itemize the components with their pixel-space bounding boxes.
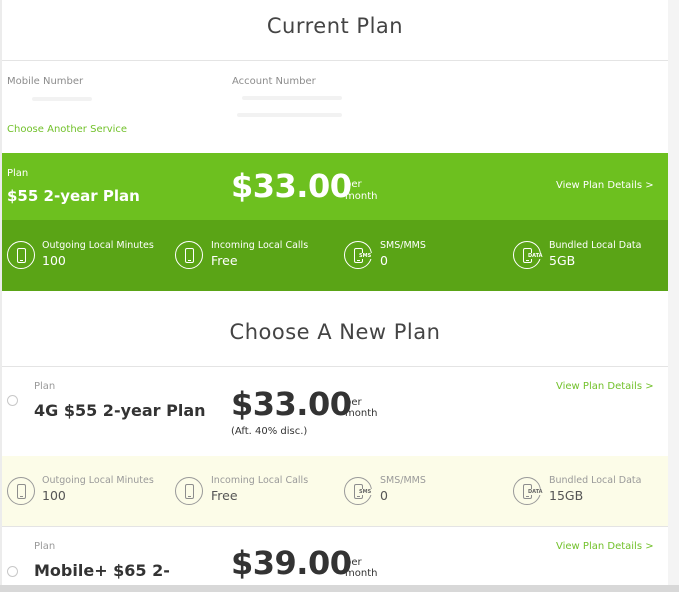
feature-value: 5GB (549, 253, 576, 268)
plan-features: Outgoing Local Minutes 100 Incoming Loca… (2, 456, 668, 526)
per-label: per (345, 397, 362, 408)
view-plan-details-link[interactable]: View Plan Details > (556, 541, 654, 552)
feature-title: Outgoing Local Minutes (42, 240, 154, 251)
horizontal-scrollbar[interactable] (0, 585, 679, 592)
current-plan-features: Outgoing Local Minutes 100 Incoming Loca… (2, 220, 668, 291)
plan-price: $39.00 (231, 544, 352, 582)
feature-value: Free (211, 253, 238, 268)
feature-title: Incoming Local Calls (211, 240, 309, 251)
divider (2, 366, 668, 367)
view-plan-details-link[interactable]: View Plan Details > (556, 180, 654, 191)
phone-icon (175, 477, 203, 505)
plan-label: Plan (34, 381, 56, 392)
view-plan-details-link[interactable]: View Plan Details > (556, 381, 654, 392)
per-label: per (345, 179, 362, 190)
vertical-scrollbar[interactable] (668, 0, 679, 592)
sms-icon: SMS (344, 477, 373, 505)
plan-radio[interactable] (7, 395, 18, 406)
plan-radio[interactable] (7, 566, 18, 577)
choose-another-service-link[interactable]: Choose Another Service (7, 124, 127, 135)
current-plan-title: Current Plan (266, 14, 404, 38)
mobile-number-label: Mobile Number (7, 76, 84, 87)
feature-value: Free (211, 488, 238, 503)
discount-note: (Aft. 40% disc.) (231, 426, 308, 437)
current-plan-name: $55 2-year Plan (7, 187, 140, 205)
account-number-value-2 (237, 113, 342, 117)
choose-new-plan-title: Choose A New Plan (229, 320, 441, 344)
phone-icon (175, 241, 203, 269)
per-label: per (345, 557, 362, 568)
plan-label: Plan (7, 168, 29, 179)
plan-change-page: Current Plan Mobile Number Account Numbe… (2, 0, 668, 585)
phone-icon (7, 241, 35, 269)
feature-value: 0 (380, 253, 388, 268)
feature-value: 15GB (549, 488, 584, 503)
phone-icon (7, 477, 35, 505)
data-icon: DATA (513, 241, 544, 269)
feature-value: 100 (42, 253, 66, 268)
plan-name: Mobile+ $65 2- (34, 561, 170, 580)
current-plan-summary: Plan $55 2-year Plan $33.00 per month Vi… (2, 153, 668, 220)
divider (2, 526, 668, 527)
month-label: month (345, 408, 378, 419)
account-number-label: Account Number (232, 76, 316, 87)
feature-title: Outgoing Local Minutes (42, 475, 154, 486)
feature-title: Bundled Local Data (549, 475, 642, 486)
data-icon: DATA (513, 477, 544, 505)
feature-title: Incoming Local Calls (211, 475, 309, 486)
sms-icon: SMS (344, 241, 373, 269)
feature-value: 100 (42, 488, 66, 503)
month-label: month (345, 191, 378, 202)
current-plan-price: $33.00 (231, 167, 352, 205)
feature-title: SMS/MMS (380, 240, 426, 251)
divider (2, 60, 668, 61)
mobile-number-value (32, 97, 92, 101)
plan-name: 4G $55 2-year Plan (34, 401, 206, 420)
plan-label: Plan (34, 541, 56, 552)
account-number-value (242, 96, 342, 100)
month-label: month (345, 568, 378, 579)
feature-title: SMS/MMS (380, 475, 426, 486)
feature-value: 0 (380, 488, 388, 503)
plan-price: $33.00 (231, 385, 352, 423)
feature-title: Bundled Local Data (549, 240, 642, 251)
